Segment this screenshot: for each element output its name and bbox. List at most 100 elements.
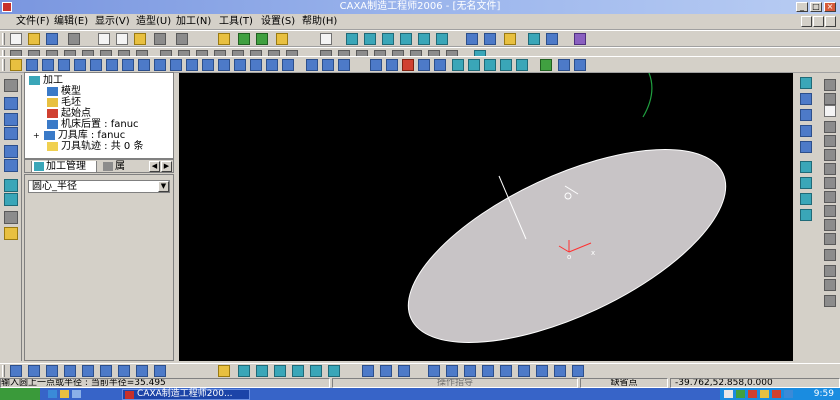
new-file-icon[interactable] xyxy=(10,33,22,45)
shaded-icon[interactable] xyxy=(504,33,516,45)
feature-icon[interactable] xyxy=(218,59,230,71)
tool-icon[interactable] xyxy=(800,177,812,189)
pointer-icon[interactable] xyxy=(4,79,18,92)
tool-icon[interactable] xyxy=(800,141,812,153)
menu-help[interactable]: 帮助(H) xyxy=(300,14,339,30)
redo-icon[interactable] xyxy=(176,33,188,45)
tool-icon[interactable] xyxy=(46,365,58,377)
tool-icon[interactable] xyxy=(500,365,512,377)
feature-icon[interactable] xyxy=(250,59,262,71)
tool-icon[interactable] xyxy=(310,365,322,377)
tool-icon[interactable] xyxy=(824,191,836,203)
toolbar-grip[interactable] xyxy=(2,33,5,45)
sketch-icon[interactable] xyxy=(10,59,22,71)
hidden-line-icon[interactable] xyxy=(484,33,496,45)
print-icon[interactable] xyxy=(68,33,80,45)
tool-icon[interactable] xyxy=(824,233,836,245)
layer-icon[interactable] xyxy=(276,33,288,45)
feature-icon[interactable] xyxy=(170,59,182,71)
tray-icon[interactable] xyxy=(736,390,745,398)
rotate-icon[interactable] xyxy=(418,33,430,45)
undo-icon[interactable] xyxy=(154,33,166,45)
doc-minimize-button[interactable] xyxy=(801,16,812,27)
tab-scroll-right-icon[interactable]: ▶ xyxy=(161,161,172,172)
tool-icon[interactable] xyxy=(554,365,566,377)
feature-icon[interactable] xyxy=(42,59,54,71)
feature-icon[interactable] xyxy=(484,59,496,71)
circle-mode-select[interactable]: 圆心_半径 ▼ xyxy=(28,180,170,193)
drawing-canvas[interactable]: x o xyxy=(179,72,793,361)
wireframe-icon[interactable] xyxy=(466,33,478,45)
tab-scroll-left-icon[interactable]: ◀ xyxy=(149,161,160,172)
zoom-in-icon[interactable] xyxy=(382,33,394,45)
feature-icon[interactable] xyxy=(338,59,350,71)
feature-icon[interactable] xyxy=(468,59,480,71)
clock[interactable]: 9:59 xyxy=(814,388,834,400)
edit-icon[interactable] xyxy=(4,97,18,110)
tool-icon[interactable] xyxy=(238,365,250,377)
expand-plus-icon[interactable]: + xyxy=(33,131,40,140)
tool-icon[interactable] xyxy=(4,127,18,140)
tool-icon[interactable] xyxy=(82,365,94,377)
menu-model[interactable]: 造型(U) xyxy=(134,14,173,30)
feature-icon[interactable] xyxy=(202,59,214,71)
tool-icon[interactable] xyxy=(328,365,340,377)
zoom-window-icon[interactable] xyxy=(346,33,358,45)
tool-icon[interactable] xyxy=(362,365,374,377)
tree-item-toolpath[interactable]: 刀具轨迹 : 共 0 条 xyxy=(47,141,143,153)
tool-icon[interactable] xyxy=(824,93,836,105)
menu-tools[interactable]: 工具(T) xyxy=(217,14,255,30)
feature-icon[interactable] xyxy=(90,59,102,71)
feature-icon[interactable] xyxy=(500,59,512,71)
tool-icon[interactable] xyxy=(4,179,18,192)
feature-icon[interactable] xyxy=(306,59,318,71)
tool-icon[interactable] xyxy=(800,109,812,121)
select-icon[interactable] xyxy=(238,33,250,45)
doc-close-button[interactable] xyxy=(825,16,836,27)
menu-file[interactable]: 文件(F) xyxy=(14,14,52,30)
material-icon[interactable] xyxy=(546,33,558,45)
tray-icon[interactable] xyxy=(784,390,793,398)
tab-machining-manager[interactable]: 加工管理 xyxy=(31,161,97,173)
start-button[interactable] xyxy=(0,388,40,400)
tray-icon[interactable] xyxy=(760,390,769,398)
tool-icon[interactable] xyxy=(28,365,40,377)
tool-icon[interactable] xyxy=(398,365,410,377)
feature-icon[interactable] xyxy=(186,59,198,71)
minimize-button[interactable]: _ xyxy=(796,2,808,12)
tool-icon[interactable] xyxy=(4,227,18,240)
curve-tool-icon[interactable] xyxy=(800,77,812,89)
feature-icon[interactable] xyxy=(26,59,38,71)
tool-icon[interactable] xyxy=(136,365,148,377)
tool-icon[interactable] xyxy=(824,265,836,277)
tool-icon[interactable] xyxy=(100,365,112,377)
quicklaunch-ie-icon[interactable] xyxy=(48,390,57,398)
feature-icon[interactable] xyxy=(154,59,166,71)
circle-icon[interactable] xyxy=(824,105,836,117)
feature-icon[interactable] xyxy=(266,59,278,71)
tool-icon[interactable] xyxy=(292,365,304,377)
filter-icon[interactable] xyxy=(256,33,268,45)
tool-icon[interactable] xyxy=(800,161,812,173)
menu-edit[interactable]: 编辑(E) xyxy=(52,14,90,30)
tool-icon[interactable] xyxy=(4,113,18,126)
feature-icon[interactable] xyxy=(282,59,294,71)
tool-icon[interactable] xyxy=(824,279,836,291)
render-icon[interactable] xyxy=(528,33,540,45)
tool-icon[interactable] xyxy=(446,365,458,377)
tool-icon[interactable] xyxy=(824,177,836,189)
tool-icon[interactable] xyxy=(800,125,812,137)
doc-restore-button[interactable] xyxy=(813,16,824,27)
tab-properties[interactable]: 属 xyxy=(101,161,137,173)
status-snap-mode[interactable]: 缺省点 xyxy=(580,378,668,388)
feature-icon[interactable] xyxy=(106,59,118,71)
tool-icon[interactable] xyxy=(256,365,268,377)
help-pointer-icon[interactable] xyxy=(574,33,586,45)
tool-icon[interactable] xyxy=(800,193,812,205)
feature-icon[interactable] xyxy=(516,59,528,71)
tool-icon[interactable] xyxy=(428,365,440,377)
taskbar-task-caxa[interactable]: CAXA制造工程师200... xyxy=(122,389,250,400)
feature-icon[interactable] xyxy=(122,59,134,71)
tool-icon[interactable] xyxy=(64,365,76,377)
feature-icon[interactable] xyxy=(402,59,414,71)
